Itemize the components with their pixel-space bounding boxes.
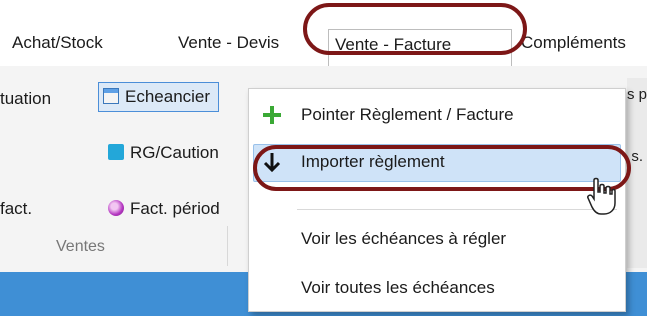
echeancier-label: Echeancier (125, 87, 211, 106)
rg-icon (108, 144, 124, 160)
fact-periodique-button[interactable]: Fact. périod (108, 196, 220, 222)
rg-caution-label: RG/Caution (130, 143, 219, 162)
ribbon-item-fact[interactable]: fact. (0, 196, 32, 222)
right-edge-text-2: s. (631, 148, 643, 165)
ribbon-item-situation[interactable]: tuation (0, 86, 51, 112)
mouse-cursor-icon (587, 177, 616, 215)
top-strip (0, 0, 647, 20)
group-label-ventes: Ventes (56, 238, 105, 255)
fact-periodique-label: Fact. périod (130, 199, 220, 218)
tab-vente-facture[interactable]: Vente - Facture (328, 29, 512, 66)
plus-icon (263, 106, 281, 124)
right-edge-panel (627, 78, 647, 268)
menu-item-importer-reglement[interactable]: Importer règlement (301, 150, 445, 174)
echeancier-button[interactable]: Echeancier (98, 82, 220, 112)
periodic-icon (108, 200, 124, 216)
tab-complements[interactable]: Compléments (521, 30, 626, 56)
schedule-icon (103, 88, 119, 104)
menu-item-voir-echeances-regler[interactable]: Voir les échéances à régler (301, 227, 506, 251)
group-divider (227, 226, 228, 266)
context-menu: Pointer Règlement / Facture Importer règ… (248, 88, 626, 312)
arrow-down-icon (263, 153, 281, 173)
rg-caution-button[interactable]: RG/Caution (108, 140, 219, 166)
menu-item-voir-toutes-echeances[interactable]: Voir toutes les échéances (301, 276, 495, 300)
tab-vente-devis[interactable]: Vente - Devis (178, 30, 279, 56)
tab-achat-stock[interactable]: Achat/Stock (12, 30, 103, 56)
menu-item-pointer-reglement[interactable]: Pointer Règlement / Facture (301, 103, 514, 127)
menu-separator (297, 209, 617, 210)
right-edge-text: s p (626, 86, 647, 103)
